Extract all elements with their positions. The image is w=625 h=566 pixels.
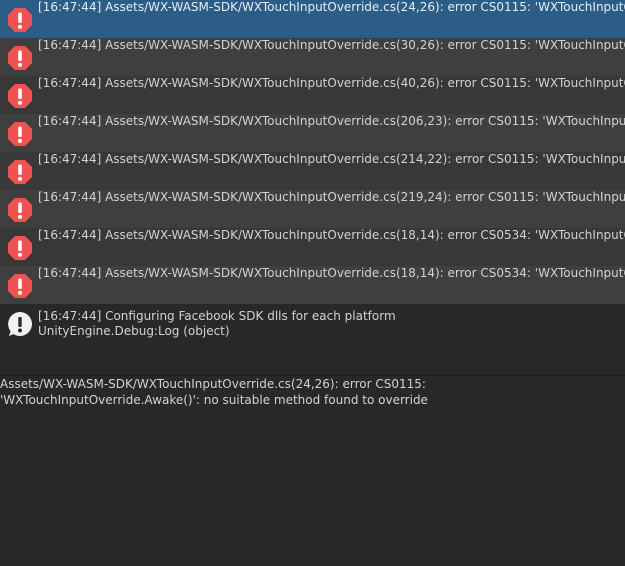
error-icon xyxy=(7,197,33,223)
log-message: [16:47:44] Assets/WX-WASM-SDK/WXTouchInp… xyxy=(38,0,625,14)
log-row[interactable]: [16:47:44] Assets/WX-WASM-SDK/WXTouchInp… xyxy=(0,0,625,38)
log-message: [16:47:44] Assets/WX-WASM-SDK/WXTouchInp… xyxy=(38,76,625,90)
log-message: [16:47:44] Assets/WX-WASM-SDK/WXTouchInp… xyxy=(38,190,625,204)
log-message: [16:47:44] Assets/WX-WASM-SDK/WXTouchInp… xyxy=(38,152,625,166)
log-row[interactable]: [16:47:44] Assets/WX-WASM-SDK/WXTouchInp… xyxy=(0,228,625,266)
log-row[interactable]: [16:47:44] Assets/WX-WASM-SDK/WXTouchInp… xyxy=(0,190,625,228)
log-row[interactable]: [16:47:44] Assets/WX-WASM-SDK/WXTouchInp… xyxy=(0,38,625,76)
log-row[interactable]: [16:47:44] Configuring Facebook SDK dlls… xyxy=(0,304,625,375)
log-message: [16:47:44] Assets/WX-WASM-SDK/WXTouchInp… xyxy=(38,38,625,52)
log-stacktrace-line: UnityEngine.Debug:Log (object) xyxy=(38,324,230,338)
log-message: [16:47:44] Configuring Facebook SDK dlls… xyxy=(38,309,396,323)
error-icon xyxy=(7,7,33,33)
log-row[interactable]: [16:47:44] Assets/WX-WASM-SDK/WXTouchInp… xyxy=(0,152,625,190)
error-icon xyxy=(7,121,33,147)
error-icon xyxy=(7,83,33,109)
log-row[interactable]: [16:47:44] Assets/WX-WASM-SDK/WXTouchInp… xyxy=(0,266,625,304)
log-message: [16:47:44] Assets/WX-WASM-SDK/WXTouchInp… xyxy=(38,114,625,128)
log-message: [16:47:44] Assets/WX-WASM-SDK/WXTouchInp… xyxy=(38,266,625,280)
error-icon xyxy=(7,159,33,185)
log-list[interactable]: [16:47:44] Assets/WX-WASM-SDK/WXTouchInp… xyxy=(0,0,625,375)
info-icon xyxy=(7,311,33,337)
error-icon xyxy=(7,235,33,261)
error-icon xyxy=(7,273,33,299)
console-window: [16:47:44] Assets/WX-WASM-SDK/WXTouchInp… xyxy=(0,0,625,566)
error-icon xyxy=(7,45,33,71)
log-row[interactable]: [16:47:44] Assets/WX-WASM-SDK/WXTouchInp… xyxy=(0,114,625,152)
log-message: [16:47:44] Assets/WX-WASM-SDK/WXTouchInp… xyxy=(38,228,625,242)
log-detail-panel: Assets/WX-WASM-SDK/WXTouchInputOverride.… xyxy=(0,376,625,566)
log-row[interactable]: [16:47:44] Assets/WX-WASM-SDK/WXTouchInp… xyxy=(0,76,625,114)
log-detail-text: Assets/WX-WASM-SDK/WXTouchInputOverride.… xyxy=(0,377,428,407)
